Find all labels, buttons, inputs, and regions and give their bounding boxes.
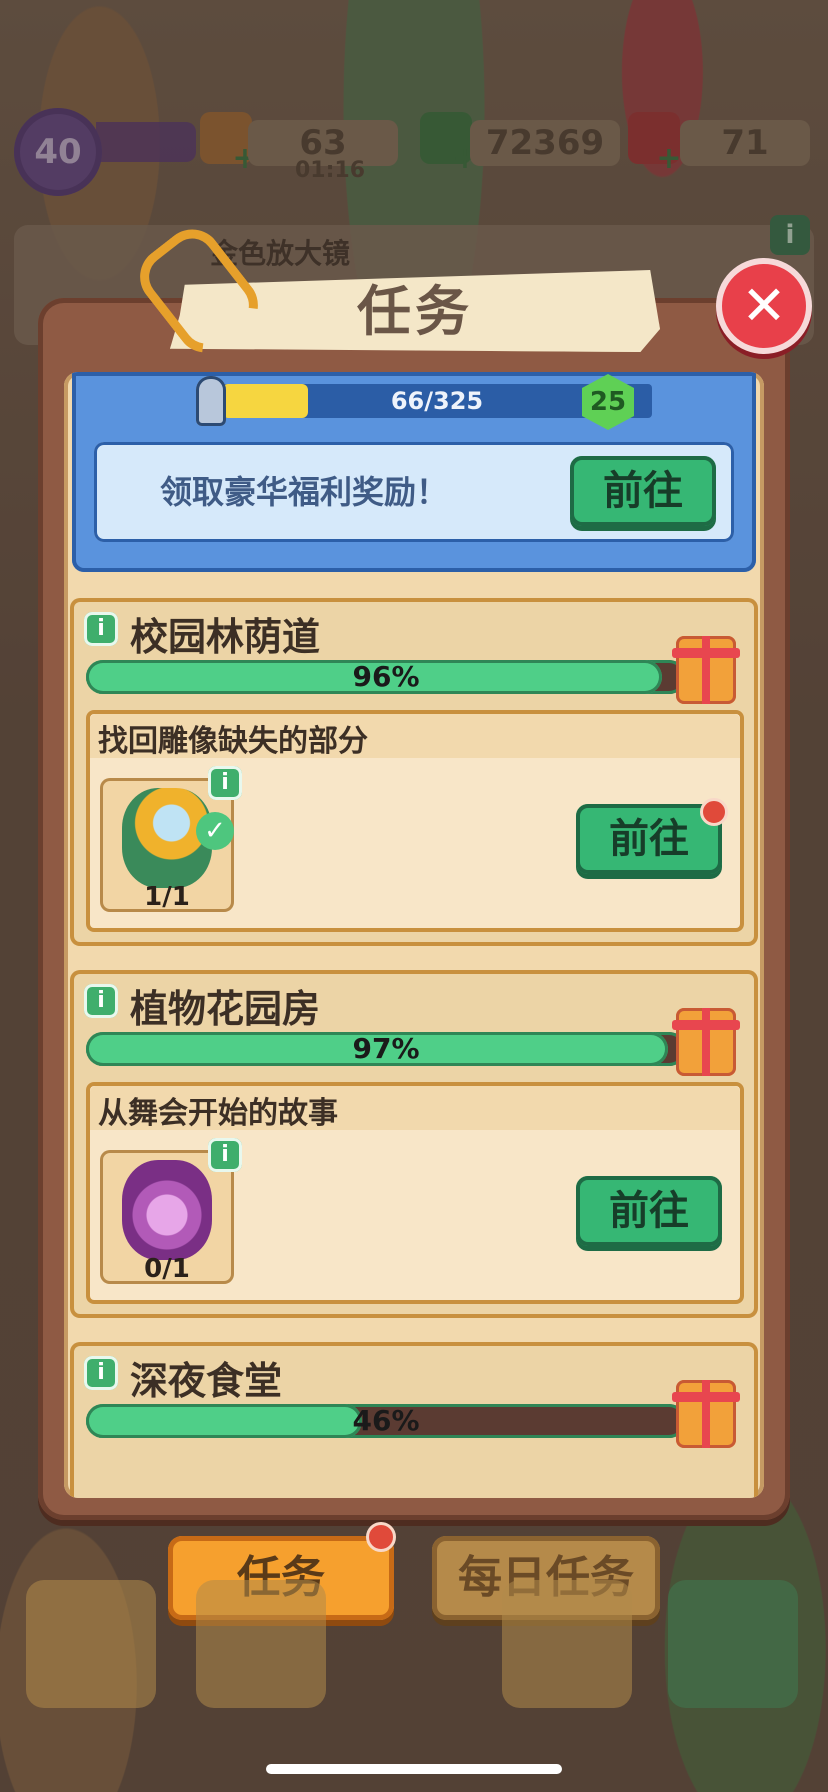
- close-icon: ✕: [741, 274, 787, 337]
- task-scroll-area[interactable]: 66/325 25 领取豪华福利奖励！ 前往 i 校园林荫道 96% 找回雕像缺…: [64, 372, 764, 1498]
- quest-item-count: 1/1: [144, 882, 190, 912]
- quest-card: 找回雕像缺失的部分 1/1 i ✓ 前往: [86, 710, 744, 932]
- season-progress-card: 66/325 25 领取豪华福利奖励！ 前往: [72, 372, 756, 572]
- area-progress-text: 96%: [352, 660, 420, 693]
- reward-go-button[interactable]: 前往: [570, 456, 716, 526]
- task-card: i 植物花园房 97% 从舞会开始的故事 0/1 i 前往: [70, 970, 758, 1318]
- quest-go-label: 前往: [609, 816, 689, 862]
- item-info-icon[interactable]: i: [208, 766, 242, 800]
- reward-text: 领取豪华福利奖励！: [159, 473, 448, 511]
- quest-item-count: 0/1: [144, 1254, 190, 1284]
- dialog-title: 任务: [357, 280, 473, 343]
- quest-title: 从舞会开始的故事: [98, 1096, 338, 1131]
- close-button[interactable]: ✕: [716, 258, 812, 354]
- quest-go-button[interactable]: 前往: [576, 798, 728, 874]
- info-icon[interactable]: i: [84, 984, 118, 1018]
- season-level-badge: 25: [582, 374, 634, 430]
- reward-row: 领取豪华福利奖励！ 前往: [94, 442, 734, 542]
- task-card: i 深夜食堂 46%: [70, 1342, 758, 1498]
- notification-dot: [366, 1522, 396, 1552]
- area-progress-text: 97%: [352, 1032, 420, 1065]
- inventory-icon: [196, 1580, 326, 1708]
- quest-title: 找回雕像缺失的部分: [98, 724, 368, 759]
- gift-box-icon[interactable]: [672, 1380, 740, 1448]
- area-progress-text: 46%: [352, 1404, 420, 1437]
- item-info-icon[interactable]: i: [208, 1138, 242, 1172]
- task-area-title: 深夜食堂: [130, 1359, 283, 1403]
- home-indicator: [266, 1764, 562, 1774]
- task-card: i 校园林荫道 96% 找回雕像缺失的部分 1/1 i ✓ 前往: [70, 598, 758, 946]
- reward-go-label: 前往: [603, 468, 683, 514]
- star-icon: [668, 1580, 798, 1708]
- task-area-title: 植物花园房: [130, 987, 321, 1031]
- perfume-bottle-icon: [122, 1160, 212, 1260]
- shop-basket-icon: [502, 1580, 632, 1708]
- info-icon[interactable]: i: [84, 1356, 118, 1390]
- checkmark-icon: ✓: [196, 812, 234, 850]
- quest-card: 从舞会开始的故事 0/1 i 前往: [86, 1082, 744, 1304]
- quest-go-button[interactable]: 前往: [576, 1176, 722, 1246]
- gift-box-icon[interactable]: [672, 1008, 740, 1076]
- quest-go-label: 前往: [609, 1188, 689, 1234]
- notification-dot: [700, 798, 728, 826]
- gift-box-icon[interactable]: [672, 636, 740, 704]
- back-arrow-icon: [26, 1580, 156, 1708]
- task-area-title: 校园林荫道: [130, 615, 321, 659]
- info-icon[interactable]: i: [84, 612, 118, 646]
